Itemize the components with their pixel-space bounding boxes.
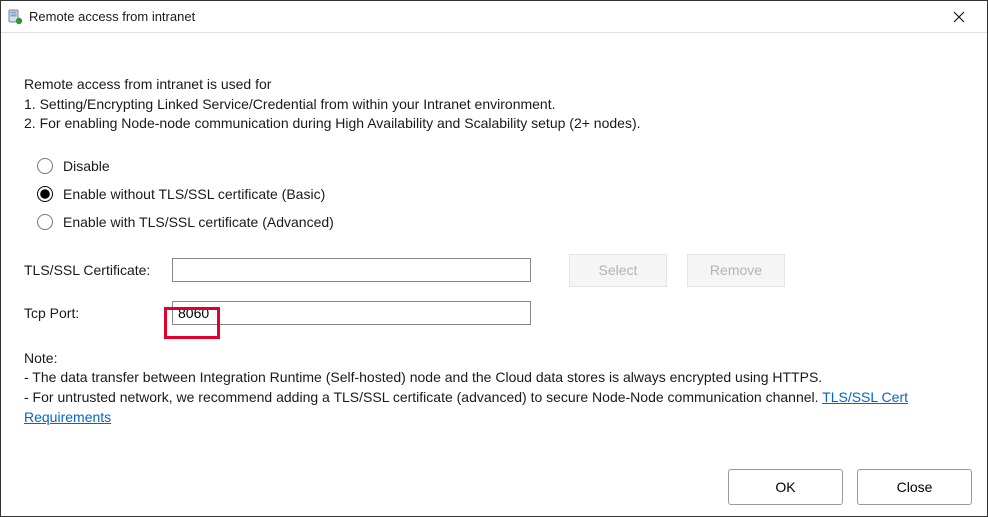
radio-disable[interactable]: Disable	[37, 158, 965, 174]
radio-enable-advanced-label: Enable with TLS/SSL certificate (Advance…	[63, 214, 334, 230]
intro-heading: Remote access from intranet is used for	[24, 75, 965, 95]
window-title: Remote access from intranet	[29, 9, 939, 24]
tcp-port-input[interactable]	[172, 301, 531, 325]
remove-cert-button[interactable]: Remove	[687, 254, 785, 287]
port-row: Tcp Port:	[24, 301, 965, 325]
intro-text: Remote access from intranet is used for …	[24, 75, 965, 134]
radio-disable-label: Disable	[63, 158, 110, 174]
note-line2-text: - For untrusted network, we recommend ad…	[24, 389, 822, 405]
ok-button[interactable]: OK	[728, 469, 843, 505]
radio-enable-basic[interactable]: Enable without TLS/SSL certificate (Basi…	[37, 186, 965, 202]
select-cert-button[interactable]: Select	[569, 254, 667, 287]
close-window-button[interactable]	[939, 3, 979, 31]
radio-enable-basic-input[interactable]	[37, 186, 53, 202]
note-section: Note: - The data transfer between Integr…	[24, 349, 965, 427]
radio-enable-advanced[interactable]: Enable with TLS/SSL certificate (Advance…	[37, 214, 965, 230]
cert-label: TLS/SSL Certificate:	[24, 262, 172, 278]
cert-row: TLS/SSL Certificate: Select Remove	[24, 254, 965, 287]
radio-enable-basic-label: Enable without TLS/SSL certificate (Basi…	[63, 186, 325, 202]
access-mode-radio-group: Disable Enable without TLS/SSL certifica…	[24, 158, 965, 230]
dialog-buttons: OK Close	[728, 469, 972, 505]
titlebar: Remote access from intranet	[1, 1, 987, 33]
note-line1: - The data transfer between Integration …	[24, 368, 965, 388]
intro-line2: 2. For enabling Node-node communication …	[24, 114, 965, 134]
note-line2: - For untrusted network, we recommend ad…	[24, 388, 965, 427]
note-heading: Note:	[24, 349, 965, 369]
cert-input[interactable]	[172, 258, 531, 282]
radio-disable-input[interactable]	[37, 158, 53, 174]
port-label: Tcp Port:	[24, 305, 172, 321]
radio-enable-advanced-input[interactable]	[37, 214, 53, 230]
close-button[interactable]: Close	[857, 469, 972, 505]
intro-line1: 1. Setting/Encrypting Linked Service/Cre…	[24, 95, 965, 115]
app-icon	[7, 9, 23, 25]
dialog-content: Remote access from intranet is used for …	[1, 33, 987, 427]
